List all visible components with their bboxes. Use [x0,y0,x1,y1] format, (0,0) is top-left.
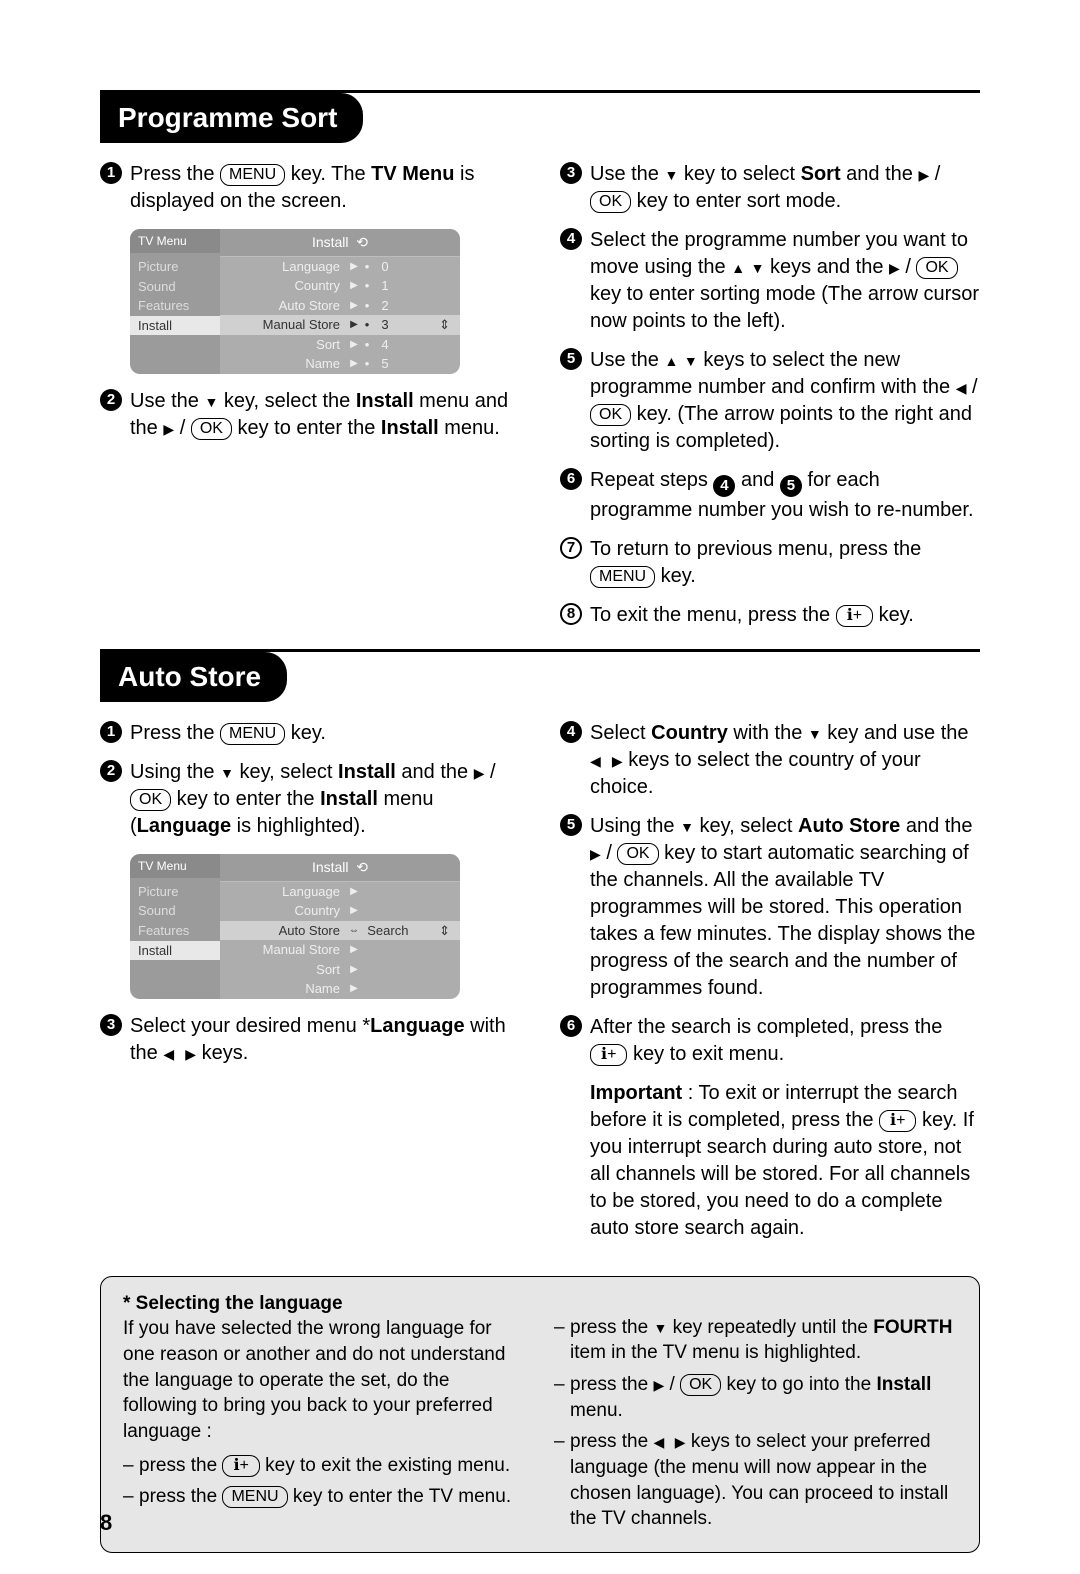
sort-step-4: 4 Select the programme number you want t… [560,227,980,335]
manual-page: Programme Sort 1 Press the MENU key. The… [0,0,1080,1574]
auto-step-3: 3 Select your desired menu *Language wit… [100,1013,520,1067]
auto-step-important: Important : To exit or interrupt the sea… [560,1080,980,1242]
language-help-box: * Selecting the language If you have sel… [100,1276,980,1553]
auto-step-2: 2 Using the ▼ key, select Install and th… [100,759,520,840]
heading-programme-sort: Programme Sort [100,93,363,143]
auto-step-4: 4 Select Country with the ▼ key and use … [560,720,980,801]
sort-step-8: 8 To exit the menu, press the ℹ︎+ key. [560,602,980,629]
info-title: * Selecting the language [123,1293,343,1314]
tv-menu-sort-illustration: TV Menu Picture Sound Features Install I… [130,229,460,374]
sort-step-7: 7 To return to previous menu, press the … [560,536,980,590]
info-r2: press the ▶ / OK key to go into the Inst… [554,1372,957,1423]
menu-key: MENU [220,164,285,186]
sort-step-6: 6 Repeat steps 4 and 5 for each programm… [560,467,980,524]
auto-store-columns: 1 Press the MENU key. 2 Using the ▼ key,… [100,720,980,1254]
tv-menu-autostore-illustration: TV Menu Picture Sound Features Install I… [130,854,460,999]
sort-step-5: 5 Use the ▲ ▼ keys to select the new pro… [560,347,980,455]
auto-step-5: 5 Using the ▼ key, select Auto Store and… [560,813,980,1002]
info-key-icon: ℹ︎+ [879,1110,916,1132]
heading-auto-store: Auto Store [100,652,287,702]
sort-step-2: 2 Use the ▼ key, select the Install menu… [100,388,520,442]
page-number: 8 [100,1508,112,1538]
info-l1: press the ℹ︎+ key to exit the existing m… [123,1453,526,1479]
ok-key: OK [191,418,232,440]
info-key-icon: ℹ︎+ [590,1044,627,1066]
info-r1: press the ▼ key repeatedly until the FOU… [554,1315,957,1366]
info-key-icon: ℹ︎+ [836,605,873,627]
auto-step-6: 6 After the search is completed, press t… [560,1014,980,1068]
info-key-icon: ℹ︎+ [222,1455,259,1477]
programme-sort-columns: 1 Press the MENU key. The TV Menu is dis… [100,161,980,641]
info-l2: press the MENU key to enter the TV menu. [123,1484,526,1510]
auto-step-1: 1 Press the MENU key. [100,720,520,747]
sort-step-3: 3 Use the ▼ key to select Sort and the ▶… [560,161,980,215]
info-r3: press the ◀ ▶ keys to select your prefer… [554,1429,957,1532]
sort-step-1: 1 Press the MENU key. The TV Menu is dis… [100,161,520,215]
